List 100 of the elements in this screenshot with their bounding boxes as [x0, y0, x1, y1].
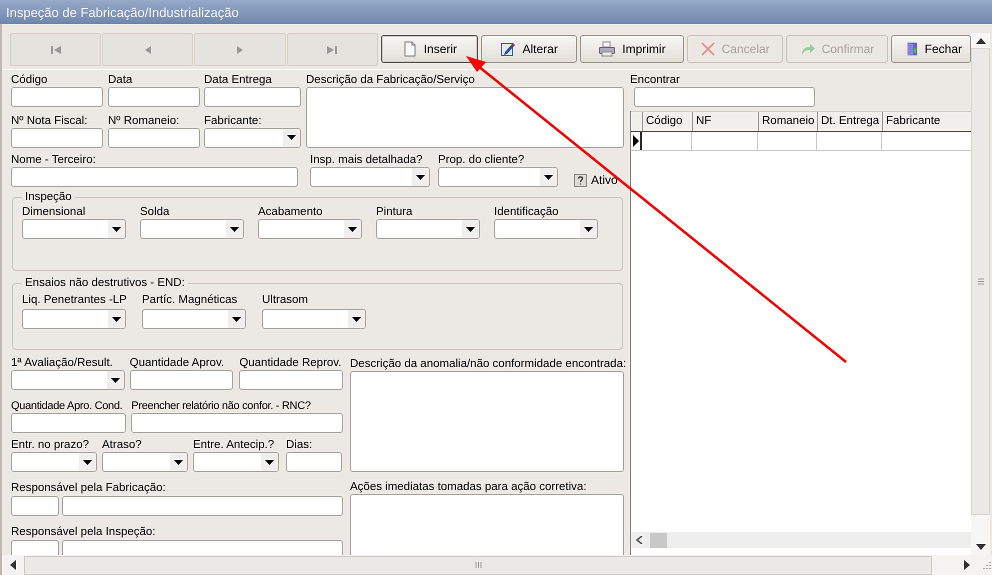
- combo-box[interactable]: [258, 219, 362, 239]
- text-field[interactable]: [62, 540, 343, 555]
- field-label: Data: [108, 73, 134, 87]
- field-label: 1ª Avaliação/Result.: [11, 356, 114, 370]
- search-field[interactable]: [634, 87, 815, 107]
- combo-box[interactable]: [102, 452, 188, 472]
- combo-box[interactable]: [11, 452, 97, 472]
- column-header[interactable]: Dt. Entrega: [818, 112, 883, 131]
- field-label: Descrição da Fabricação/Serviço: [306, 73, 476, 87]
- field-label: Quantidade Apro. Cond.: [11, 399, 124, 413]
- text-field[interactable]: [11, 87, 103, 107]
- text-field[interactable]: [11, 540, 59, 555]
- column-header[interactable]: Romaneio: [759, 112, 818, 131]
- text-field[interactable]: [131, 413, 343, 433]
- combo-box[interactable]: [22, 219, 126, 239]
- field-label: Insp. mais detalhada?: [310, 153, 424, 167]
- field-label: Preencher relatório não confor. - RNC?: [131, 399, 312, 413]
- text-field[interactable]: [62, 496, 343, 516]
- field-label: Data Entrega: [204, 73, 273, 87]
- toolbar-button[interactable]: Inserir: [380, 35, 478, 63]
- notepad-pencil-icon: [500, 41, 516, 57]
- field-label: Acabamento: [258, 205, 324, 219]
- caret-icon: [174, 460, 183, 464]
- field-label: Responsável pela Inspeção:: [11, 525, 156, 540]
- caret-icon: [112, 226, 121, 232]
- combo-box[interactable]: [11, 370, 125, 390]
- field-label: Dimensional: [22, 205, 86, 219]
- text-field[interactable]: [11, 496, 59, 516]
- field-label: Entre. Antecip.?: [193, 438, 276, 452]
- column-header[interactable]: NF: [693, 112, 759, 131]
- combo-box[interactable]: [438, 167, 558, 187]
- caret-icon: [83, 460, 92, 464]
- caret-icon: [544, 174, 553, 180]
- resize-grip-icon: [982, 560, 992, 570]
- printer-icon: [598, 41, 616, 57]
- text-field[interactable]: [108, 87, 200, 107]
- field-label: Identificação: [494, 205, 560, 219]
- combo-box[interactable]: [22, 309, 126, 329]
- text-field[interactable]: [130, 370, 234, 390]
- field-label: Nome - Terceiro:: [11, 153, 97, 167]
- scrollbar-thumb[interactable]: [650, 532, 667, 548]
- grip-icon: [474, 562, 482, 568]
- caret-icon: [232, 316, 241, 322]
- combo-box[interactable]: [193, 452, 279, 472]
- field-label: Ultrasom: [262, 293, 310, 308]
- field-label: Entr. no prazo?: [11, 438, 90, 452]
- memo-field[interactable]: [350, 371, 624, 472]
- caret-icon: [352, 316, 361, 322]
- combo-box[interactable]: [262, 309, 366, 329]
- combo-box[interactable]: [204, 128, 301, 148]
- toolbar-button[interactable]: Fechar: [891, 35, 971, 63]
- field-label: Atraso?: [102, 438, 143, 452]
- column-header[interactable]: Código: [643, 112, 693, 131]
- caret-icon: [466, 226, 475, 232]
- curved-arrow-icon: [800, 41, 816, 57]
- horizontal-scrollbar[interactable]: [631, 532, 971, 548]
- field-label: Encontrar: [630, 73, 681, 87]
- caret-icon: [112, 316, 121, 322]
- text-field[interactable]: [11, 167, 298, 187]
- combo-box[interactable]: [310, 167, 430, 187]
- checkbox[interactable]: [574, 174, 587, 186]
- field-label: Pintura: [376, 205, 414, 219]
- field-label: Quantidade Reprov.: [239, 356, 342, 370]
- field-label: Código: [11, 73, 48, 87]
- checkbox-label: Ativo: [591, 173, 618, 187]
- caret-icon: [416, 174, 425, 180]
- scroll-up-icon: [976, 38, 986, 44]
- grip-icon: [978, 278, 984, 285]
- caret-icon: [230, 226, 239, 232]
- text-field[interactable]: [239, 370, 343, 390]
- toolbar-button[interactable]: Alterar: [481, 35, 578, 63]
- next-record-icon: [326, 44, 338, 54]
- combo-box[interactable]: [494, 219, 598, 239]
- caret-icon: [110, 378, 120, 382]
- combo-box[interactable]: [376, 219, 480, 239]
- combo-box[interactable]: [140, 219, 244, 239]
- field-label: Prop. do cliente?: [438, 153, 526, 167]
- scroll-left-icon: [636, 536, 644, 544]
- field-label: Dias:: [286, 438, 314, 452]
- caret-icon: [287, 135, 296, 140]
- text-field[interactable]: [204, 87, 301, 107]
- cross-icon: [700, 41, 716, 57]
- text-field[interactable]: [286, 452, 342, 472]
- group-title: Inspeção: [24, 191, 73, 203]
- field-label: Responsável pela Fabricação:: [11, 481, 167, 496]
- toolbar-button[interactable]: Imprimir: [580, 35, 684, 63]
- memo-field[interactable]: [306, 87, 624, 148]
- field-label: Partíc. Magnéticas: [142, 293, 238, 308]
- scroll-left-icon: [10, 560, 16, 570]
- text-field[interactable]: [11, 128, 103, 148]
- group-title: Ensaios não destrutivos - END:: [24, 277, 186, 289]
- field-label: Ações imediatas tomadas para ação corretiva:: [350, 481, 587, 493]
- scroll-right-icon: [964, 560, 970, 570]
- window-title: Inspeção de Fabricação/Industrialização: [6, 4, 239, 20]
- field-label: Nº Nota Fiscal:: [11, 114, 88, 128]
- field-label: Nº Romaneio:: [108, 114, 180, 128]
- door-icon: [906, 40, 919, 58]
- combo-box[interactable]: [142, 309, 246, 329]
- text-field[interactable]: [108, 128, 200, 148]
- text-field[interactable]: [11, 413, 126, 433]
